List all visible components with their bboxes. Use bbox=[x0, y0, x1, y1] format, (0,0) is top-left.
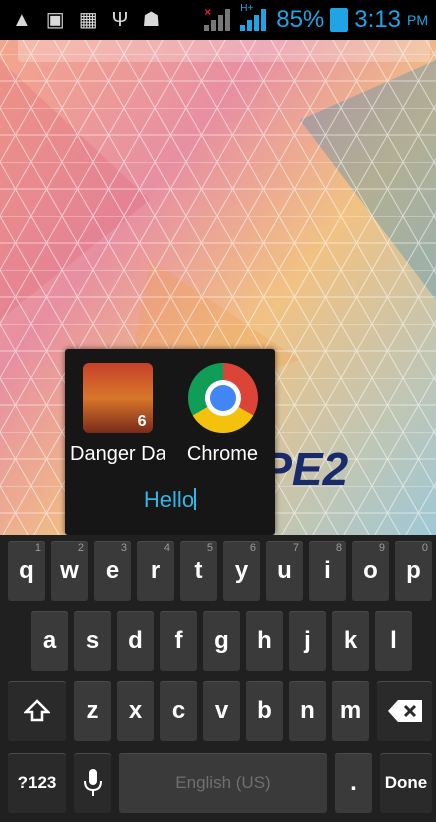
status-bar: ▲ ▣ ▦ Ψ ☗ × H+ 85% 3:13 PM bbox=[0, 0, 436, 40]
period-key[interactable]: . bbox=[335, 753, 372, 813]
warning-icon: ▲ bbox=[12, 9, 32, 31]
key-i[interactable]: 8i bbox=[309, 541, 346, 601]
key-t[interactable]: 5t bbox=[180, 541, 217, 601]
key-u[interactable]: 7u bbox=[266, 541, 303, 601]
app-label: Danger Da bbox=[70, 443, 165, 465]
shift-key[interactable] bbox=[8, 681, 66, 741]
app-chrome[interactable]: Chrome bbox=[175, 363, 270, 466]
app-danger-dash[interactable]: Danger Da bbox=[70, 363, 165, 466]
backspace-key[interactable] bbox=[377, 681, 432, 741]
key-x[interactable]: x bbox=[117, 681, 154, 741]
microphone-icon bbox=[83, 769, 102, 796]
symbols-key[interactable]: ?123 bbox=[8, 753, 66, 813]
text-cursor bbox=[194, 488, 197, 510]
key-d[interactable]: d bbox=[117, 611, 154, 671]
space-key[interactable]: English (US) bbox=[119, 753, 327, 813]
clock-ampm: PM bbox=[407, 12, 428, 28]
app-label: Chrome bbox=[186, 443, 259, 465]
battery-icon bbox=[330, 8, 349, 32]
key-m[interactable]: m bbox=[332, 681, 369, 741]
key-w[interactable]: 2w bbox=[51, 541, 88, 601]
key-y[interactable]: 6y bbox=[223, 541, 260, 601]
key-g[interactable]: g bbox=[203, 611, 240, 671]
key-v[interactable]: v bbox=[203, 681, 240, 741]
key-j[interactable]: j bbox=[289, 611, 326, 671]
key-h[interactable]: h bbox=[246, 611, 283, 671]
backspace-icon bbox=[387, 700, 422, 722]
key-q[interactable]: 1q bbox=[8, 541, 45, 601]
network-signal-icon: H+ bbox=[240, 3, 270, 31]
usb-icon: Ψ bbox=[111, 9, 129, 31]
app-folder-popup: Danger Da Chrome Hello bbox=[65, 349, 275, 535]
soft-keyboard: 1q 2w 3e 4r 5t 6y 7u 8i 9o 0p a s d f g … bbox=[0, 535, 436, 822]
chrome-icon bbox=[187, 363, 258, 433]
key-s[interactable]: s bbox=[74, 611, 111, 671]
done-key[interactable]: Done bbox=[380, 753, 432, 813]
voice-input-key[interactable] bbox=[74, 753, 111, 813]
shift-icon bbox=[24, 699, 50, 722]
key-z[interactable]: z bbox=[74, 681, 111, 741]
image-icon: ▣ bbox=[45, 9, 65, 31]
clock-time: 3:13 bbox=[354, 6, 401, 33]
key-k[interactable]: k bbox=[332, 611, 369, 671]
folder-name-text: Hello bbox=[143, 487, 195, 512]
danger-dash-icon bbox=[82, 363, 153, 433]
folder-name-input[interactable]: Hello bbox=[65, 487, 275, 513]
signal-icon: × bbox=[204, 5, 234, 31]
key-b[interactable]: b bbox=[246, 681, 283, 741]
key-r[interactable]: 4r bbox=[137, 541, 174, 601]
key-f[interactable]: f bbox=[160, 611, 197, 671]
key-n[interactable]: n bbox=[289, 681, 326, 741]
key-e[interactable]: 3e bbox=[94, 541, 131, 601]
keyboard-icon: ▦ bbox=[78, 9, 98, 31]
battery-percent: 85% bbox=[276, 6, 325, 33]
key-a[interactable]: a bbox=[31, 611, 68, 671]
key-o[interactable]: 9o bbox=[352, 541, 389, 601]
key-l[interactable]: l bbox=[375, 611, 412, 671]
key-c[interactable]: c bbox=[160, 681, 197, 741]
key-p[interactable]: 0p bbox=[395, 541, 432, 601]
android-icon: ☗ bbox=[142, 9, 161, 31]
